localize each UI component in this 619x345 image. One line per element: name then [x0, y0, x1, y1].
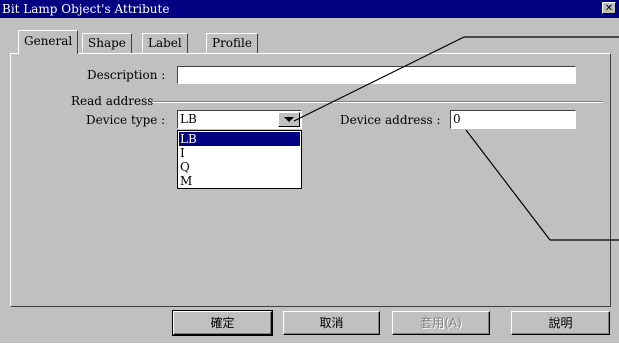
description-input[interactable]	[177, 66, 576, 84]
cancel-button[interactable]: 取消	[283, 311, 380, 335]
tab-general-label: General	[24, 34, 73, 48]
device-type-listbox[interactable]: LB I Q M	[177, 130, 302, 189]
read-address-label: Read address	[71, 94, 154, 108]
device-address-input[interactable]: 0	[450, 110, 576, 129]
device-type-option-m[interactable]: M	[179, 174, 300, 188]
device-type-label: Device type :	[86, 113, 166, 127]
description-label: Description :	[87, 68, 166, 82]
device-type-dropdown-button[interactable]	[278, 112, 300, 127]
tab-label[interactable]: Label	[142, 33, 188, 53]
help-button[interactable]: 說明	[511, 311, 610, 335]
device-type-option-q[interactable]: Q	[179, 160, 300, 174]
window-title: Bit Lamp Object's Attribute	[2, 2, 170, 16]
tab-profile-label: Profile	[212, 36, 252, 50]
close-icon: ✕	[604, 3, 614, 14]
dialog-window: Bit Lamp Object's Attribute ✕ General Sh…	[0, 0, 619, 343]
tab-general[interactable]: General	[18, 30, 79, 54]
device-type-option-lb[interactable]: LB	[179, 132, 300, 146]
title-bar[interactable]: Bit Lamp Object's Attribute ✕	[0, 0, 619, 18]
tab-shape-label: Shape	[88, 36, 126, 50]
device-type-option-i[interactable]: I	[179, 146, 300, 160]
chevron-down-icon	[284, 117, 294, 122]
close-button[interactable]: ✕	[602, 2, 616, 14]
ok-button[interactable]: 確定	[172, 310, 273, 336]
device-address-value: 0	[453, 112, 461, 126]
tab-profile[interactable]: Profile	[206, 33, 258, 53]
device-address-label: Device address :	[340, 113, 441, 127]
apply-button[interactable]: 套用(A)	[392, 311, 490, 335]
tab-shape[interactable]: Shape	[82, 33, 132, 53]
device-type-select[interactable]: LB	[177, 110, 302, 129]
read-address-divider	[152, 101, 603, 103]
device-type-value: LB	[180, 112, 197, 126]
general-panel	[10, 53, 611, 307]
tab-label-label: Label	[148, 36, 182, 50]
